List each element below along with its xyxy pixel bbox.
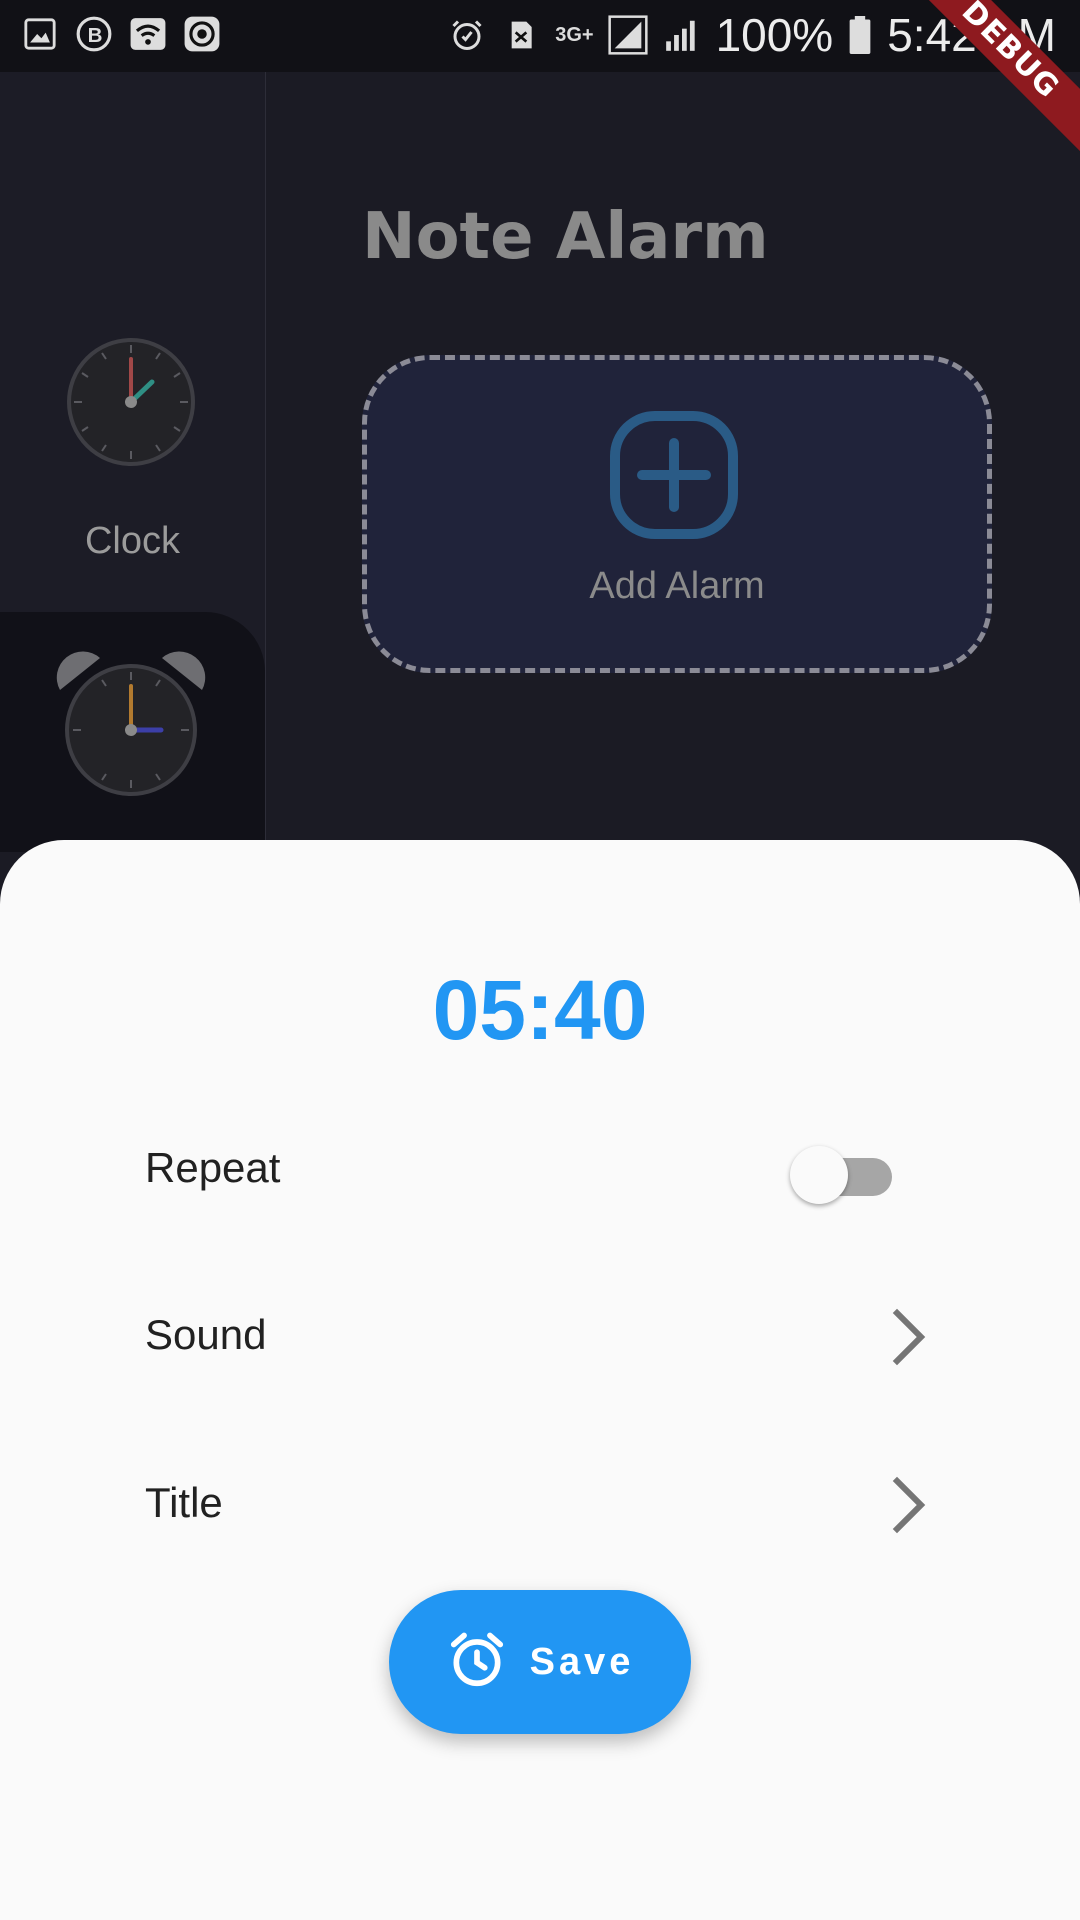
plus-square-icon <box>609 410 739 545</box>
alarm-icon <box>447 15 487 55</box>
add-alarm-label: Add Alarm <box>589 565 765 607</box>
save-button[interactable]: Save <box>389 1590 691 1734</box>
sound-row[interactable]: Sound <box>145 1297 935 1377</box>
alarm-time[interactable]: 05:40 <box>0 962 1080 1059</box>
chevron-right-icon[interactable] <box>875 1475 935 1535</box>
save-label: Save <box>529 1640 635 1683</box>
add-alarm-card[interactable]: Add Alarm <box>362 355 992 673</box>
svg-text:B: B <box>88 24 103 47</box>
repeat-toggle[interactable] <box>790 1142 898 1204</box>
b-icon: B <box>74 14 114 54</box>
repeat-row: Repeat <box>145 1130 935 1210</box>
chevron-right-icon[interactable] <box>875 1307 935 1367</box>
sidebar-item-alarm[interactable] <box>0 612 265 852</box>
battery-icon <box>847 15 873 55</box>
signal-icon <box>607 15 648 55</box>
network-type: 3G+ <box>555 23 594 46</box>
status-bar: B 3G+ 100% 5:42 AM <box>0 0 1080 72</box>
alarm-bottom-sheet: 05:40 Repeat Sound Title Save <box>0 840 1080 1920</box>
signal2-icon <box>662 15 702 55</box>
sidebar-item-clock[interactable]: Clock <box>0 72 265 612</box>
sound-label: Sound <box>145 1311 267 1358</box>
sidebar: Clock <box>0 72 266 852</box>
alarm-clock-icon <box>56 650 206 805</box>
page-title: Note Alarm <box>362 200 769 274</box>
battery-percent: 100% <box>715 9 834 61</box>
title-label: Title <box>145 1479 223 1526</box>
sidebar-item-label: Clock <box>84 520 181 562</box>
alarm-icon <box>446 1629 508 1696</box>
repeat-label: Repeat <box>145 1144 281 1191</box>
gallery-icon <box>20 14 60 54</box>
wifi-icon <box>128 14 168 54</box>
sim-icon <box>501 15 541 55</box>
toggle-thumb <box>790 1146 848 1204</box>
app-icon <box>182 14 222 54</box>
title-row[interactable]: Title <box>145 1465 935 1545</box>
clock-icon <box>66 337 196 472</box>
